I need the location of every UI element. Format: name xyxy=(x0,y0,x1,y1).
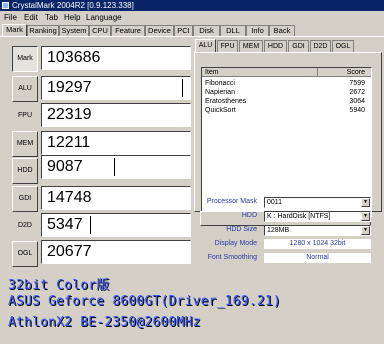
d2d-score-box: 5347 xyxy=(41,213,191,237)
tab-disk[interactable]: Disk xyxy=(193,25,220,36)
item-score: 2672 xyxy=(349,89,365,96)
chevron-down-icon[interactable]: ▼ xyxy=(361,212,370,221)
tab-divider xyxy=(0,36,384,37)
tab-back[interactable]: Back xyxy=(269,25,295,36)
processor-mask-label: Processor Mask xyxy=(206,198,257,205)
item-score: 7599 xyxy=(349,80,365,87)
gdi-score-box: 14748 xyxy=(41,186,191,210)
column-item[interactable]: Item xyxy=(205,68,219,77)
tab-info[interactable]: Info xyxy=(246,25,269,36)
ogl-score: 20677 xyxy=(47,243,92,260)
list-item[interactable]: Fibonacci 7599 xyxy=(202,79,371,88)
item-name: Fibonacci xyxy=(205,80,235,87)
hdd-select-value: K : HardDisk [NTFS] xyxy=(267,213,331,220)
results-list[interactable]: Item Score Fibonacci 7599 Napierian 2672… xyxy=(201,67,372,217)
subtab-d2d[interactable]: D2D xyxy=(310,40,331,52)
d2d-score: 5347 xyxy=(47,216,83,233)
subtab-alu[interactable]: ALU xyxy=(195,39,216,52)
hdd-select-label: HDD xyxy=(241,212,257,219)
subtab-ogl[interactable]: OGL xyxy=(332,40,354,52)
ogl-button[interactable]: OGL xyxy=(12,241,38,267)
hdd-score-tick xyxy=(114,158,115,176)
hdd-size-select[interactable]: 128MB ▼ xyxy=(264,225,371,236)
item-name: QuickSort xyxy=(205,107,236,114)
hdd-button[interactable]: HDD xyxy=(12,158,38,184)
d2d-label: D2D xyxy=(17,222,32,229)
fpu-label: FPU xyxy=(18,112,32,119)
gdi-score: 14748 xyxy=(47,189,92,206)
hdd-size-value: 128MB xyxy=(267,227,290,234)
display-mode-label: Display Mode xyxy=(214,240,257,247)
gdi-button[interactable]: GDI xyxy=(12,186,38,212)
tab-mark[interactable]: Mark xyxy=(2,24,27,36)
tab-ranking[interactable]: Ranking xyxy=(27,25,59,36)
detail-panel: ALU FPU MEM HDD GDI D2D OGL Item Score F… xyxy=(194,39,382,271)
app-icon xyxy=(2,2,9,9)
alu-score-tick xyxy=(182,79,183,97)
chevron-down-icon[interactable]: ▼ xyxy=(361,198,370,207)
alu-button[interactable]: ALU xyxy=(12,76,38,102)
fpu-score: 22319 xyxy=(47,106,92,123)
mem-score-box: 12211 xyxy=(41,131,191,155)
hdd-select[interactable]: K : HardDisk [NTFS] ▼ xyxy=(264,211,371,222)
mark-score: 103686 xyxy=(47,49,101,66)
menu-tab[interactable]: Tab xyxy=(45,12,58,23)
hdd-score-box: 9087 xyxy=(41,155,191,179)
tab-device[interactable]: Device xyxy=(145,25,174,36)
item-score: 3064 xyxy=(349,98,365,105)
tab-feature[interactable]: Feature xyxy=(111,25,145,36)
menu-file[interactable]: File xyxy=(4,12,17,23)
tab-system[interactable]: System xyxy=(59,25,89,36)
item-name: Napierian xyxy=(205,89,235,96)
window-title: CrystalMark 2004R2 [0.9.123.338] xyxy=(12,1,134,10)
sub-tab-bar: ALU FPU MEM HDD GDI D2D OGL xyxy=(194,39,382,52)
mark-score-box: 103686 xyxy=(41,46,191,70)
caption-color-mode: 32bit Color版 xyxy=(8,278,110,293)
tab-dll[interactable]: DLL xyxy=(220,25,246,36)
list-item[interactable]: Napierian 2672 xyxy=(202,88,371,97)
item-score: 5940 xyxy=(349,107,365,114)
list-item[interactable]: Eratosthenes 3064 xyxy=(202,97,371,106)
subtab-gdi[interactable]: GDI xyxy=(288,40,309,52)
column-divider xyxy=(317,68,318,77)
hdd-size-label: HDD Size xyxy=(226,226,257,233)
font-smoothing-value: Normal xyxy=(264,253,371,263)
processor-mask-select[interactable]: 0011 ▼ xyxy=(264,197,371,208)
tab-cpu[interactable]: CPU xyxy=(89,25,111,36)
subtab-mem[interactable]: MEM xyxy=(239,40,263,52)
processor-mask-value: 0011 xyxy=(267,199,283,206)
d2d-score-tick xyxy=(90,216,91,234)
alu-score-box: 19297 xyxy=(41,76,191,100)
alu-score: 19297 xyxy=(47,79,92,96)
mark-button[interactable]: Mark xyxy=(12,46,38,72)
sub-tab-content: Item Score Fibonacci 7599 Napierian 2672… xyxy=(194,52,382,217)
menu-bar: File Edit Tab Help Language xyxy=(0,12,384,23)
main-tab-bar: Mark Ranking System CPU Feature Device P… xyxy=(0,24,384,36)
menu-language[interactable]: Language xyxy=(86,12,122,23)
subtab-hdd[interactable]: HDD xyxy=(264,40,287,52)
display-mode-value: 1280 x 1024 32bit xyxy=(264,239,371,249)
ogl-score-box: 20677 xyxy=(41,240,191,264)
chevron-down-icon[interactable]: ▼ xyxy=(361,226,370,235)
subtab-fpu[interactable]: FPU xyxy=(217,40,238,52)
list-item[interactable]: QuickSort 5940 xyxy=(202,106,371,115)
app-window: CrystalMark 2004R2 [0.9.123.338] File Ed… xyxy=(0,0,384,344)
caption-cpu: AthlonX2 BE-2350@2600MHz xyxy=(8,315,201,330)
mem-score: 12211 xyxy=(47,134,91,151)
fpu-score-box: 22319 xyxy=(41,103,191,127)
item-name: Eratosthenes xyxy=(205,98,247,105)
font-smoothing-label: Font Smoothing xyxy=(207,254,257,261)
menu-help[interactable]: Help xyxy=(64,12,80,23)
caption-gpu: ASUS Geforce 8600GT(Driver_169.21) xyxy=(8,294,281,309)
tab-pci[interactable]: PCI xyxy=(174,25,193,36)
menu-edit[interactable]: Edit xyxy=(24,12,38,23)
column-score[interactable]: Score xyxy=(347,68,365,77)
hdd-score: 9087 xyxy=(47,158,83,175)
title-bar: CrystalMark 2004R2 [0.9.123.338] xyxy=(0,0,384,11)
list-header: Item Score xyxy=(202,68,371,77)
mem-button[interactable]: MEM xyxy=(12,131,38,157)
